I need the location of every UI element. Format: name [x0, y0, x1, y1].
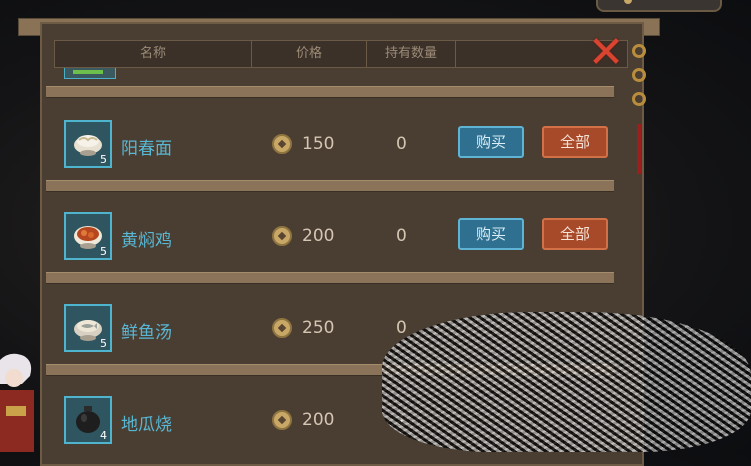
- held-count: 0: [396, 226, 407, 246]
- shelf-divider: [46, 86, 614, 98]
- list-item: 5 黄焖鸡 200 0 购买 全部: [46, 200, 614, 278]
- item-slot[interactable]: 5: [64, 120, 112, 168]
- obscured-region: [382, 312, 751, 452]
- buy-all-button[interactable]: 全部: [542, 218, 608, 250]
- chain-ring-icon: [632, 68, 646, 82]
- chain-ring-icon: [632, 92, 646, 106]
- close-x-icon[interactable]: ✕: [584, 31, 628, 75]
- item-price: 200: [302, 226, 335, 246]
- list-item: 5 阳春面 150 0 购买 全部: [46, 108, 614, 186]
- item-name: 黄焖鸡: [121, 231, 172, 251]
- item-name: 鲜鱼汤: [121, 323, 172, 343]
- item-price: 150: [302, 134, 335, 154]
- previous-item-partial: [64, 68, 116, 79]
- buy-button[interactable]: 购买: [458, 126, 524, 158]
- hanging-chain-decoration: [630, 44, 650, 184]
- coin-icon: [272, 318, 292, 338]
- header-price: 价格: [252, 41, 367, 67]
- chip-coin-icon: [624, 0, 632, 4]
- item-quantity: 5: [100, 245, 107, 258]
- coin-icon: [272, 134, 292, 154]
- item-price: 200: [302, 410, 335, 430]
- buy-all-button[interactable]: 全部: [542, 126, 608, 158]
- held-count: 0: [396, 318, 407, 338]
- item-quantity: 4: [100, 429, 107, 442]
- red-tassel: [637, 124, 641, 174]
- buy-button[interactable]: 购买: [458, 218, 524, 250]
- coin-icon: [272, 410, 292, 430]
- header-held: 持有数量: [367, 41, 456, 67]
- item-slot[interactable]: 5: [64, 304, 112, 352]
- item-slot[interactable]: 4: [64, 396, 112, 444]
- top-status-chip: [596, 0, 722, 12]
- item-price: 250: [302, 318, 335, 338]
- chain-ring-icon: [632, 44, 646, 58]
- item-name: 地瓜烧: [121, 415, 172, 435]
- header-name: 名称: [55, 41, 252, 67]
- coin-icon: [272, 226, 292, 246]
- item-slot[interactable]: 5: [64, 212, 112, 260]
- item-quantity: 5: [100, 153, 107, 166]
- held-count: 0: [396, 134, 407, 154]
- table-header: 名称 价格 持有数量: [54, 40, 628, 68]
- item-quantity: 5: [100, 337, 107, 350]
- npc-character-portrait: [0, 353, 34, 452]
- item-name: 阳春面: [121, 139, 172, 159]
